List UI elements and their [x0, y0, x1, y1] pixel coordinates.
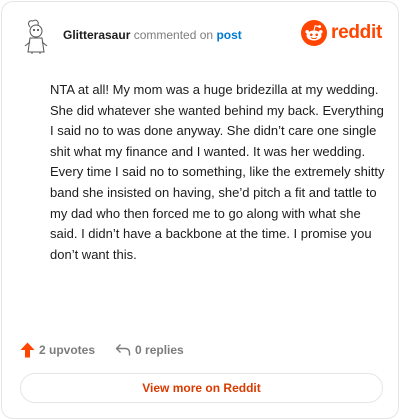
reply-button[interactable]: 0 replies — [115, 343, 184, 357]
upvote-count: 2 upvotes — [39, 343, 96, 357]
view-more-button[interactable]: View more on Reddit — [20, 373, 383, 403]
user-avatar-icon[interactable] — [20, 18, 52, 54]
comment-body: NTA at all! My mom was a huge bridezilla… — [50, 82, 385, 262]
upvote-arrow-icon — [20, 342, 35, 358]
reddit-comment-embed: Glitterasaur commented on post reddit NT… — [1, 1, 399, 419]
byline: Glitterasaur commented on post — [63, 28, 242, 42]
username-link[interactable]: Glitterasaur — [63, 28, 130, 42]
reply-count: 0 replies — [135, 343, 184, 357]
upvote-button[interactable]: 2 upvotes — [20, 342, 95, 358]
comment-actions: 2 upvotes 0 replies — [20, 340, 204, 360]
reply-arrow-icon — [115, 344, 131, 356]
post-link[interactable]: post — [216, 28, 241, 42]
byline-verb: commented on — [133, 28, 214, 42]
reddit-snoo-icon — [301, 20, 328, 46]
reddit-wordmark: reddit — [331, 22, 382, 43]
reddit-brand-link[interactable]: reddit — [301, 20, 382, 46]
comment-header: Glitterasaur commented on post reddit — [20, 16, 382, 56]
